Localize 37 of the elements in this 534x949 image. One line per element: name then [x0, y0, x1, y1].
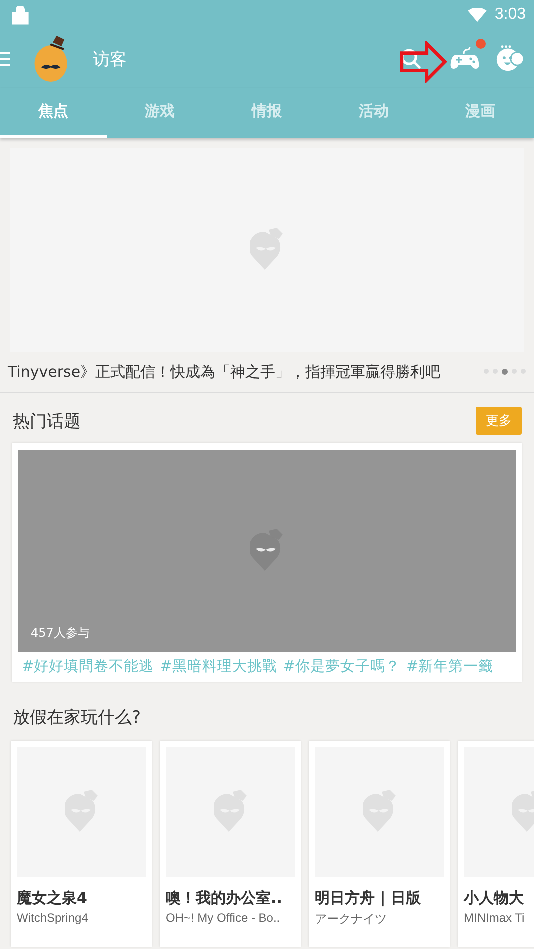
game-title: 小人物大 — [464, 889, 525, 908]
tab[interactable]: 情报 — [214, 88, 320, 138]
arrow-annotation — [400, 41, 448, 83]
section-title: 热门话题 — [13, 410, 81, 432]
game-subtitle: MINImax Ti — [464, 911, 526, 925]
game-title: 噢！我的办公室.. — [166, 889, 284, 908]
hashtag-link[interactable]: #黑暗料理大挑戰 — [160, 657, 278, 676]
game-card[interactable]: 魔女之泉4 WitchSpring4 — [11, 741, 152, 947]
placeholder-icon — [250, 228, 284, 272]
menu-icon[interactable] — [0, 51, 10, 67]
tab[interactable]: 活动 — [320, 88, 428, 138]
wifi-icon — [468, 8, 487, 22]
banner-caption: Tinyverse》正式配信！快成為「神之手」，指揮冠軍贏得勝利吧 — [8, 362, 441, 382]
game-subtitle: アークナイツ — [315, 911, 388, 928]
page-dot[interactable] — [502, 369, 508, 375]
hashtag-link[interactable]: #好好填問卷不能逃 — [22, 657, 154, 676]
tab[interactable]: 漫画 — [427, 88, 534, 138]
topic-card[interactable]: 457人参与 #好好填問卷不能逃 #黑暗料理大挑戰 #你是夢女子嗎？ #新年第一籤 — [12, 443, 522, 682]
game-card[interactable]: 小人物大 MINImax Ti — [458, 741, 534, 947]
shopping-bag-icon — [11, 6, 30, 24]
participant-count: 457人参与 — [31, 625, 90, 642]
hashtag-link[interactable]: #新年第一籤 — [406, 657, 494, 676]
game-title: 明日方舟 | 日版 — [315, 889, 422, 908]
game-title: 魔女之泉4 — [17, 889, 88, 908]
game-subtitle: OH~! My Office - Bo.. — [166, 911, 282, 925]
more-button[interactable]: 更多 — [476, 407, 522, 435]
tab[interactable]: 游戏 — [106, 88, 214, 138]
game-subtitle: WitchSpring4 — [17, 911, 90, 925]
hashtag-link[interactable]: #你是夢女子嗎？ — [283, 657, 400, 676]
face-icon[interactable] — [496, 45, 524, 73]
section-title: 放假在家玩什么? — [13, 708, 142, 728]
tab[interactable]: 焦点 — [0, 88, 107, 138]
game-card[interactable]: 明日方舟 | 日版 アークナイツ — [309, 741, 450, 947]
placeholder-icon — [250, 529, 284, 573]
status-time: 3:03 — [494, 6, 526, 24]
user-name: 访客 — [93, 48, 127, 70]
game-card[interactable]: 噢！我的办公室.. OH~! My Office - Bo.. — [160, 741, 301, 947]
